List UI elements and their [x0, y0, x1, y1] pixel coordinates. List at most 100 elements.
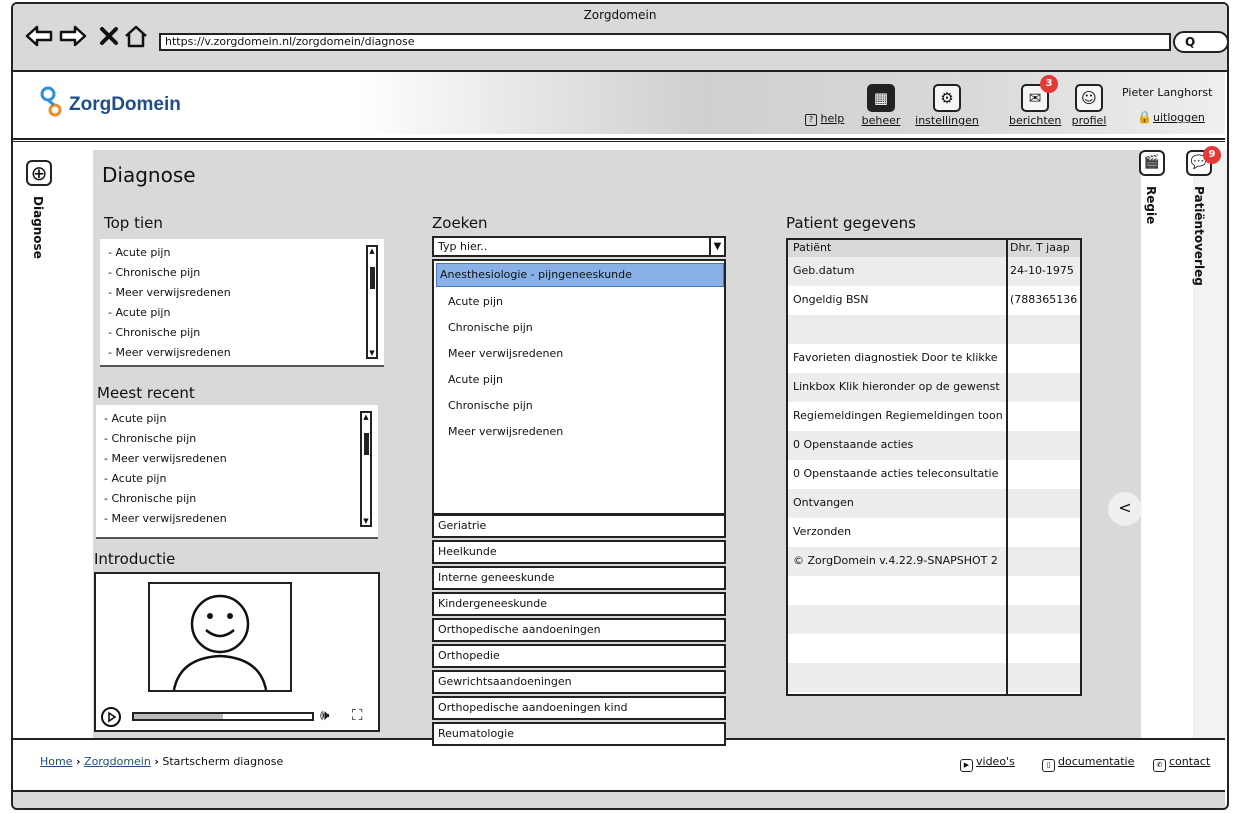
dropdown-items: Acute pijn Chronische pijn Meer verwijsred…	[448, 289, 563, 445]
video-progress-fill	[134, 714, 223, 719]
dropdown-item[interactable]: Meer verwijsredenen	[448, 341, 563, 367]
meest-recent-item[interactable]: - Chronische pijn	[104, 489, 378, 509]
beheer-icon: ▦	[867, 84, 895, 112]
instellingen-label: instellingen	[915, 114, 979, 127]
dropdown-item[interactable]: Chronische pijn	[448, 393, 563, 419]
contact-link[interactable]: ✆ contact	[1153, 755, 1210, 772]
lock-icon: 🔒	[1137, 110, 1152, 124]
specialism-row[interactable]: Geriatrie	[432, 514, 726, 538]
patient-table: Patiënt Dhr. T jaap Geb.datum 24-10-1975 Ong…	[786, 238, 1082, 696]
dropdown-item[interactable]: Chronische pijn	[448, 315, 563, 341]
url-bar[interactable]: https://v.zorgdomein.nl/zorgdomein/diagn…	[159, 33, 1171, 51]
top-tien-item[interactable]: - Chronische pijn	[108, 323, 384, 343]
specialism-row[interactable]: Interne geneeskunde	[432, 566, 726, 590]
stop-icon[interactable]	[99, 24, 119, 52]
user-icon: ☺	[1075, 84, 1103, 112]
patient-row-label: Favorieten diagnostiek Door te klikke	[793, 351, 998, 364]
dropdown-item[interactable]: Acute pijn	[448, 289, 563, 315]
top-tien-item[interactable]: - Acute pijn	[108, 303, 384, 323]
top-tien-scrollbar[interactable]: ▲ ▼	[366, 245, 378, 359]
chevron-down-icon[interactable]: ▼	[709, 236, 726, 257]
patient-row: © ZorgDomein v.4.22.9-SNAPSHOT 2	[788, 547, 1080, 576]
introductie-title: Introductie	[94, 550, 176, 568]
specialism-row[interactable]: Gewrichtsaandoeningen	[432, 670, 726, 694]
patient-row: Ontvangen	[788, 489, 1080, 518]
breadcrumb: Home › Zorgdomein › Startscherm diagnose	[40, 755, 283, 768]
video-progress-bar[interactable]	[132, 712, 314, 721]
meest-recent-item[interactable]: - Chronische pijn	[104, 429, 378, 449]
beheer-label: beheer	[861, 114, 901, 127]
specialism-row[interactable]: Reumatologie	[432, 722, 726, 746]
profiel-label: profiel	[1071, 114, 1107, 127]
specialism-row[interactable]: Orthopedische aandoeningen	[432, 618, 726, 642]
scroll-down-icon[interactable]: ▼	[368, 349, 376, 357]
scroll-thumb[interactable]	[364, 433, 369, 455]
beheer-button[interactable]: ▦ beheer	[859, 84, 903, 127]
rail-label-diagnose[interactable]: Diagnose	[31, 196, 45, 259]
patient-title: Patient gegevens	[786, 214, 916, 232]
patient-row-label: Patiënt	[793, 241, 832, 254]
top-tien-item[interactable]: - Meer verwijsredenen	[108, 343, 384, 363]
browser-titlebar: Zorgdomein https://v.zorgdomein.nl/zorgd…	[13, 4, 1227, 72]
logo-text[interactable]: ZorgDomein	[69, 94, 181, 116]
play-icon[interactable]	[100, 706, 122, 728]
documentatie-link[interactable]: ▯ documentatie	[1042, 755, 1134, 772]
specialism-row[interactable]: Kindergeneeskunde	[432, 592, 726, 616]
status-bar	[13, 790, 1225, 808]
meest-recent-title: Meest recent	[97, 384, 195, 402]
scroll-up-icon[interactable]: ▲	[362, 413, 370, 421]
specialism-row[interactable]: Orthopedische aandoeningen kind	[432, 696, 726, 720]
patient-row	[788, 663, 1080, 692]
scroll-thumb[interactable]	[370, 267, 375, 289]
dropdown-item[interactable]: Meer verwijsredenen	[448, 419, 563, 445]
patient-row	[788, 605, 1080, 634]
top-tien-item[interactable]: - Meer verwijsredenen	[108, 283, 384, 303]
rail-label-regie[interactable]: Regie	[1144, 186, 1158, 224]
collapse-button[interactable]: <	[1108, 492, 1142, 526]
rail-label-patientoverleg[interactable]: Patiëntoverleg	[1192, 186, 1206, 286]
home-icon[interactable]	[123, 24, 149, 52]
patient-row: Regiemeldingen Regiemeldingen toon	[788, 402, 1080, 431]
plus-icon[interactable]: ⊕	[26, 160, 52, 186]
scroll-up-icon[interactable]: ▲	[368, 247, 376, 255]
search-icon: Q	[1185, 35, 1196, 49]
video-icon: ▶	[960, 759, 973, 772]
zorgdomein-logo-icon	[39, 86, 63, 118]
clapperboard-icon[interactable]: 🎬	[1139, 150, 1165, 176]
top-tien-list: - Acute pijn - Chronische pijn - Meer verw…	[100, 239, 384, 367]
dropdown-selected-group[interactable]: Anesthesiologie - pijngeneeskunde	[436, 263, 724, 287]
top-tien-item[interactable]: - Acute pijn	[108, 243, 384, 263]
breadcrumb-home[interactable]: Home	[40, 755, 72, 768]
patientoverleg-badge: 9	[1203, 146, 1221, 164]
scroll-down-icon[interactable]: ▼	[362, 517, 370, 525]
patient-row: 0 Openstaande acties	[788, 431, 1080, 460]
meest-recent-scrollbar[interactable]: ▲ ▼	[360, 411, 372, 527]
zoeken-title: Zoeken	[432, 214, 488, 232]
help-link[interactable]: ? help	[805, 112, 844, 126]
specialism-row[interactable]: Heelkunde	[432, 540, 726, 564]
regie-rail[interactable]	[1145, 150, 1183, 738]
back-arrow-icon[interactable]	[25, 24, 53, 52]
breadcrumb-zorgdomein[interactable]: Zorgdomein	[84, 755, 151, 768]
forward-arrow-icon[interactable]	[59, 24, 87, 52]
specialism-row[interactable]: Orthopedie	[432, 644, 726, 668]
volume-icon[interactable]: 🕪	[320, 706, 329, 724]
profiel-button[interactable]: ☺ profiel	[1069, 84, 1109, 127]
instellingen-button[interactable]: ⚙ instellingen	[915, 84, 979, 127]
patient-row-label: Ongeldig BSN	[793, 293, 869, 306]
top-tien-item[interactable]: - Chronische pijn	[108, 263, 384, 283]
search-input[interactable]: Typ hier..	[432, 236, 726, 257]
fullscreen-icon[interactable]: ⛶	[352, 706, 363, 724]
dropdown-item[interactable]: Acute pijn	[448, 367, 563, 393]
header-divider	[13, 138, 1225, 142]
videos-link[interactable]: ▶ video's	[960, 755, 1015, 772]
patient-row-label: Geb.datum	[793, 264, 855, 277]
video-thumbnail	[148, 582, 292, 692]
meest-recent-item[interactable]: - Acute pijn	[104, 469, 378, 489]
meest-recent-item[interactable]: - Acute pijn	[104, 409, 378, 429]
browser-search-button[interactable]: Q	[1173, 31, 1227, 53]
logout-link[interactable]: uitloggen	[1153, 111, 1205, 124]
meest-recent-item[interactable]: - Meer verwijsredenen	[104, 509, 378, 529]
meest-recent-item[interactable]: - Meer verwijsredenen	[104, 449, 378, 469]
window-title: Zorgdomein	[583, 8, 657, 22]
